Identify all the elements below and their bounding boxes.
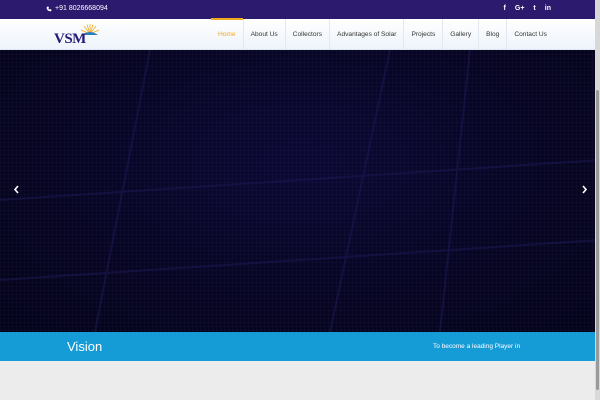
vision-tagline: To become a leading Player in	[433, 343, 521, 350]
phone-contact[interactable]: +91 8026668094	[46, 5, 108, 12]
chevron-left-icon	[13, 184, 19, 194]
nav-item-about-us[interactable]: About Us	[242, 19, 285, 50]
slider-prev-button[interactable]	[12, 184, 20, 194]
nav-item-advantages-of-solar[interactable]: Advantages of Solar	[329, 19, 403, 50]
linkedin-icon[interactable]: in	[545, 4, 551, 14]
top-bar: +91 8026668094 f G+ t in	[0, 0, 600, 19]
nav-item-blog[interactable]: Blog	[478, 19, 506, 50]
page-scrollbar[interactable]	[595, 0, 600, 400]
hero-background-image	[0, 50, 600, 332]
nav-item-contact-us[interactable]: Contact Us	[506, 19, 554, 50]
nav-item-projects[interactable]: Projects	[403, 19, 442, 50]
hero-slider	[0, 50, 600, 332]
content-area	[0, 361, 600, 400]
phone-number: +91 8026668094	[55, 5, 108, 12]
social-links: f G+ t in	[504, 4, 551, 14]
vision-band: Vision To become a leading Player in	[0, 332, 600, 361]
site-header: VSM Home About Us Collectors Advantages …	[0, 18, 600, 50]
nav-item-gallery[interactable]: Gallery	[442, 19, 478, 50]
google-plus-icon[interactable]: G+	[515, 4, 525, 14]
facebook-icon[interactable]: f	[504, 4, 506, 14]
chevron-right-icon	[581, 184, 587, 194]
slider-next-button[interactable]	[580, 184, 588, 194]
vision-title: Vision	[67, 339, 103, 354]
nav-item-home[interactable]: Home	[211, 18, 243, 50]
logo-text: VSM	[54, 31, 86, 47]
nav-item-collectors[interactable]: Collectors	[284, 19, 329, 50]
scrollbar-thumb[interactable]	[596, 90, 599, 390]
twitter-icon[interactable]: t	[533, 4, 535, 14]
main-nav: Home About Us Collectors Advantages of S…	[211, 18, 554, 50]
site-logo[interactable]: VSM	[54, 23, 100, 47]
phone-icon	[46, 6, 52, 11]
